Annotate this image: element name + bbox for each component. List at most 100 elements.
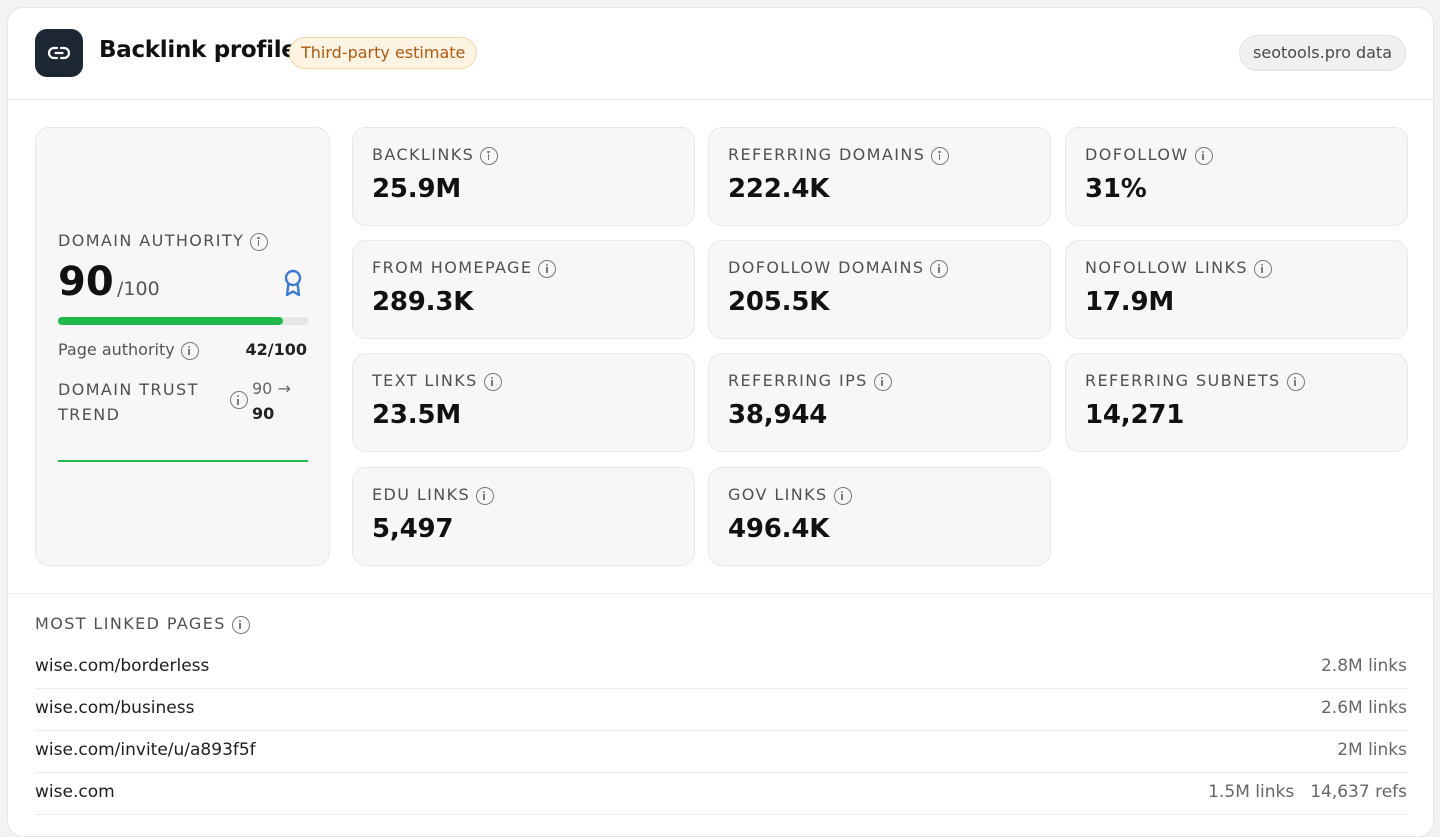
links-count: 2.8M links — [1320, 656, 1407, 676]
metric-label: GOV LINKS — [728, 485, 852, 505]
metric-label: TEXT LINKS — [372, 371, 502, 391]
links-count: 1.5M links — [1208, 782, 1295, 802]
metric-value: 222.4K — [728, 174, 830, 204]
data-source-pill[interactable]: seotools.pro data — [1239, 35, 1406, 71]
metric-card-referring-ips: REFERRING IPS 38,944 — [708, 353, 1051, 452]
trend-sparkline — [58, 460, 308, 462]
metric-card-dofollow: DOFOLLOW 31% — [1065, 127, 1408, 226]
info-icon[interactable] — [180, 341, 199, 360]
info-icon[interactable] — [1286, 372, 1305, 391]
metric-value: 31% — [1085, 174, 1147, 204]
domain-trust-trend-values: 90 → 90 — [252, 376, 291, 426]
metric-value: 205.5K — [728, 287, 830, 317]
info-icon[interactable] — [931, 146, 950, 165]
metric-value: 17.9M — [1085, 287, 1175, 317]
metric-card-nofollow-links: NOFOLLOW LINKS 17.9M — [1065, 240, 1408, 339]
metric-label-text: BACKLINKS — [372, 145, 475, 164]
info-icon[interactable] — [230, 391, 248, 409]
link-icon — [35, 29, 83, 77]
metric-card-edu-links: EDU LINKS 5,497 — [352, 467, 695, 566]
metric-label: EDU LINKS — [372, 485, 495, 505]
metric-label-text: REFERRING DOMAINS — [728, 145, 926, 164]
metric-value: 14,271 — [1085, 400, 1185, 430]
metric-label-text: NOFOLLOW LINKS — [1085, 258, 1248, 277]
award-ribbon-icon — [282, 269, 304, 301]
list-item[interactable]: wise.com/business 2.6M links — [35, 689, 1407, 731]
info-icon[interactable] — [1253, 259, 1272, 278]
metric-label: REFERRING IPS — [728, 371, 892, 391]
metric-label: FROM HOMEPAGE — [372, 258, 557, 278]
metric-value: 23.5M — [372, 400, 462, 430]
domain-authority-progress — [58, 317, 308, 325]
metric-label: NOFOLLOW LINKS — [1085, 258, 1272, 278]
links-count: 2M links — [1337, 740, 1407, 760]
list-item[interactable]: wise.com/invite/u/a893f5f 2M links — [35, 731, 1407, 773]
info-icon[interactable] — [930, 259, 949, 278]
info-icon[interactable] — [538, 259, 557, 278]
refs-count: 14,637 refs — [1310, 782, 1407, 802]
info-icon[interactable] — [480, 146, 499, 165]
metric-card-referring-subnets: REFERRING SUBNETS 14,271 — [1065, 353, 1408, 452]
info-icon[interactable] — [1194, 146, 1213, 165]
page-url-link[interactable]: wise.com/borderless — [35, 656, 209, 676]
list-item[interactable]: wise.com/borderless 2.8M links — [35, 647, 1407, 689]
info-icon[interactable] — [231, 615, 250, 634]
domain-authority-progress-fill — [58, 317, 283, 325]
metric-value: 496.4K — [728, 514, 830, 544]
metric-label: REFERRING DOMAINS — [728, 145, 950, 165]
metric-card-text-links: TEXT LINKS 23.5M — [352, 353, 695, 452]
metric-label: REFERRING SUBNETS — [1085, 371, 1305, 391]
page-url-link[interactable]: wise.com — [35, 782, 115, 802]
metric-card-backlinks: BACKLINKS 25.9M — [352, 127, 695, 226]
metric-card-from-homepage: FROM HOMEPAGE 289.3K — [352, 240, 695, 339]
section-divider — [8, 593, 1433, 594]
metric-card-dofollow-domains: DOFOLLOW DOMAINS 205.5K — [708, 240, 1051, 339]
metric-label: DOFOLLOW — [1085, 145, 1213, 165]
metric-label-text: REFERRING SUBNETS — [1085, 371, 1281, 390]
metric-label-text: GOV LINKS — [728, 485, 828, 504]
info-icon[interactable] — [833, 486, 852, 505]
page-url-link[interactable]: wise.com/invite/u/a893f5f — [35, 740, 256, 760]
metric-label: BACKLINKS — [372, 145, 499, 165]
card-header: Backlink profile Third-party estimate se… — [8, 8, 1433, 100]
info-icon[interactable] — [873, 372, 892, 391]
most-linked-pages-label: MOST LINKED PAGES — [35, 614, 250, 634]
trend-from: 90 → — [252, 379, 291, 398]
link-count: 2.8M links — [1321, 656, 1407, 676]
info-icon[interactable] — [483, 372, 502, 391]
metric-label-text: EDU LINKS — [372, 485, 471, 504]
metric-label-text: DOFOLLOW DOMAINS — [728, 258, 925, 277]
metric-value: 38,944 — [728, 400, 828, 430]
info-icon[interactable] — [476, 486, 495, 505]
metric-value: 25.9M — [372, 174, 462, 204]
metric-card-gov-links: GOV LINKS 496.4K — [708, 467, 1051, 566]
page-authority-label-text: Page authority — [58, 340, 175, 359]
metric-value: 289.3K — [372, 287, 474, 317]
domain-authority-panel: DOMAIN AUTHORITY 90 /100 Page authority … — [35, 127, 330, 566]
page-authority-label: Page authority — [58, 340, 199, 360]
domain-authority-value: 90 — [58, 259, 114, 305]
metric-label-text: REFERRING IPS — [728, 371, 868, 390]
domain-trust-trend-label: DOMAIN TRUST TREND — [58, 380, 199, 424]
domain-authority-label: DOMAIN AUTHORITY — [58, 231, 269, 251]
estimate-badge: Third-party estimate — [289, 37, 478, 69]
domain-authority-label-text: DOMAIN AUTHORITY — [58, 231, 245, 250]
metric-label-text: FROM HOMEPAGE — [372, 258, 533, 277]
list-item[interactable]: wise.com 1.5M links 14,637 refs — [35, 773, 1407, 815]
metric-label-text: TEXT LINKS — [372, 371, 478, 390]
page-url-link[interactable]: wise.com/business — [35, 698, 194, 718]
link-count: 1.5M links 14,637 refs — [1208, 782, 1407, 802]
metric-card-referring-domains: REFERRING DOMAINS 222.4K — [708, 127, 1051, 226]
metric-value: 5,497 — [372, 514, 454, 544]
metric-label: DOFOLLOW DOMAINS — [728, 258, 949, 278]
link-count: 2.6M links — [1321, 698, 1407, 718]
link-count: 2M links — [1337, 740, 1407, 760]
metric-label-text: DOFOLLOW — [1085, 145, 1189, 164]
domain-authority-max: /100 — [117, 278, 160, 300]
links-count: 2.6M links — [1320, 698, 1407, 718]
backlink-profile-card: Backlink profile Third-party estimate se… — [7, 7, 1434, 837]
page-title: Backlink profile — [99, 37, 297, 63]
info-icon[interactable] — [250, 232, 269, 251]
most-linked-pages-label-text: MOST LINKED PAGES — [35, 614, 226, 633]
trend-to: 90 — [252, 404, 275, 423]
